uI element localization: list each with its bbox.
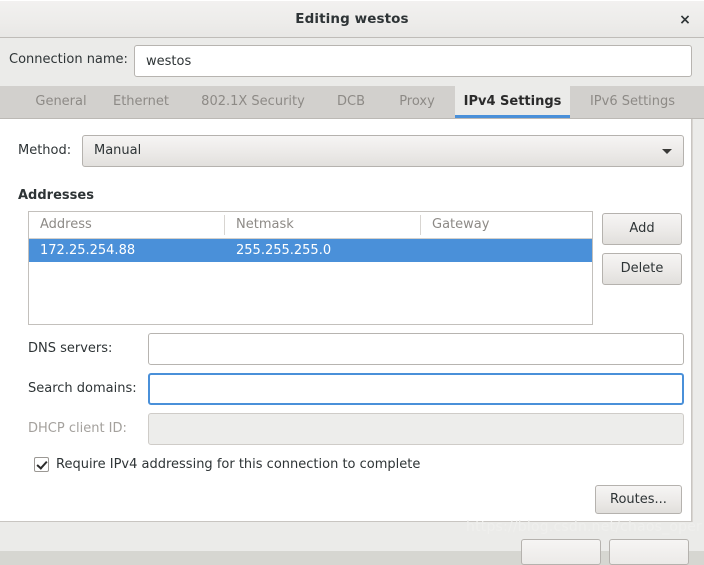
tab-general[interactable]: General bbox=[25, 86, 97, 118]
column-header-address-label: Address bbox=[40, 217, 92, 232]
editing-connection-dialog: Editing westos × Connection name: Genera… bbox=[0, 0, 704, 565]
tab-proxy[interactable]: Proxy bbox=[384, 86, 450, 118]
method-label: Method: bbox=[18, 143, 72, 158]
tab-dcb[interactable]: DCB bbox=[324, 86, 378, 118]
connection-name-input[interactable] bbox=[134, 45, 692, 77]
close-icon[interactable]: × bbox=[674, 10, 696, 31]
addresses-table-header: Address Netmask Gateway bbox=[29, 212, 592, 239]
cell-netmask: 255.255.255.0 bbox=[236, 243, 332, 258]
tab-bar: General Ethernet 802.1X Security DCB Pro… bbox=[0, 86, 704, 119]
add-button[interactable]: Add bbox=[602, 213, 682, 245]
routes-button[interactable]: Routes... bbox=[595, 485, 682, 514]
tab-ipv4-settings[interactable]: IPv4 Settings bbox=[455, 86, 570, 118]
method-value: Manual bbox=[94, 143, 142, 158]
dhcp-client-id-label: DHCP client ID: bbox=[28, 421, 127, 436]
save-button[interactable] bbox=[609, 539, 689, 565]
addresses-heading: Addresses bbox=[18, 188, 94, 203]
table-row[interactable]: 172.25.254.88 255.255.255.0 bbox=[29, 239, 592, 262]
delete-button[interactable]: Delete bbox=[602, 253, 682, 285]
column-header-netmask[interactable]: Netmask bbox=[225, 212, 421, 238]
window-title: Editing westos bbox=[295, 11, 409, 27]
column-header-netmask-label: Netmask bbox=[236, 217, 294, 232]
dns-servers-input[interactable] bbox=[148, 333, 684, 365]
cell-address: 172.25.254.88 bbox=[40, 243, 136, 258]
dhcp-client-id-input bbox=[148, 413, 684, 445]
require-ipv4-label: Require IPv4 addressing for this connect… bbox=[56, 457, 421, 472]
connection-name-row: Connection name: bbox=[0, 39, 704, 85]
tab-802-1x-security[interactable]: 802.1X Security bbox=[187, 86, 319, 118]
search-domains-label: Search domains: bbox=[28, 381, 137, 396]
tab-ipv6-settings[interactable]: IPv6 Settings bbox=[575, 86, 690, 118]
connection-name-label: Connection name: bbox=[9, 52, 128, 67]
dialog-footer bbox=[0, 522, 704, 565]
checkmark-icon[interactable] bbox=[34, 457, 49, 472]
chevron-down-icon bbox=[662, 149, 672, 154]
column-header-address[interactable]: Address bbox=[29, 212, 225, 238]
title-bar: Editing westos × bbox=[0, 0, 704, 38]
column-header-gateway-label: Gateway bbox=[432, 217, 490, 232]
scroll-gutter[interactable] bbox=[692, 119, 704, 522]
addresses-table: Address Netmask Gateway 172.25.254.88 25… bbox=[28, 211, 593, 325]
cancel-button[interactable] bbox=[521, 539, 601, 565]
column-header-gateway[interactable]: Gateway bbox=[421, 212, 592, 238]
tab-ethernet[interactable]: Ethernet bbox=[100, 86, 182, 118]
method-dropdown[interactable]: Manual bbox=[82, 135, 684, 167]
dns-servers-label: DNS servers: bbox=[28, 341, 113, 356]
search-domains-input[interactable] bbox=[148, 373, 684, 405]
